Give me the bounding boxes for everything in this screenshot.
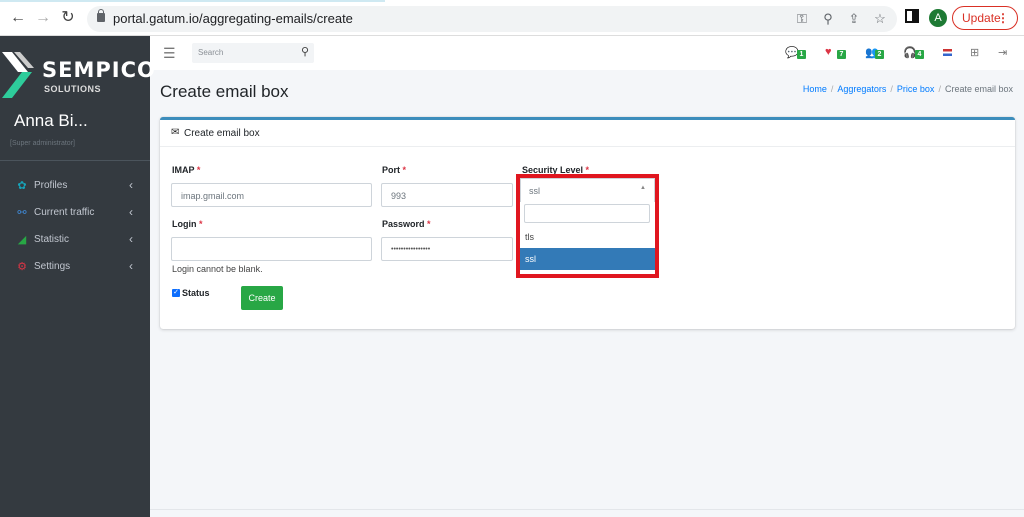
messages-badge: 1 bbox=[797, 50, 806, 59]
address-bar[interactable]: portal.gatum.io/aggregating-emails/creat… bbox=[87, 6, 897, 32]
dropdown-search-input[interactable] bbox=[524, 204, 650, 223]
menu-toggle-icon[interactable]: ☰ bbox=[163, 45, 176, 62]
page-title: Create email box bbox=[160, 82, 289, 101]
sidebar-item-statistic[interactable]: ◢ Statistic ‹ bbox=[0, 228, 150, 252]
breadcrumb-current: Create email box bbox=[944, 84, 1013, 94]
profile-avatar[interactable]: A bbox=[929, 9, 947, 27]
bookmark-star-icon[interactable]: ☆ bbox=[872, 11, 888, 27]
footer-divider bbox=[150, 509, 1024, 510]
brand-sub: SOLUTIONS bbox=[44, 84, 102, 94]
create-button[interactable]: Create bbox=[241, 286, 283, 310]
breadcrumb-price-box[interactable]: Price box bbox=[897, 84, 935, 94]
password-input[interactable]: •••••••••••••••• bbox=[381, 237, 513, 261]
sidebar-item-label: Statistic bbox=[34, 234, 70, 245]
logout-icon[interactable]: ⇥ bbox=[998, 46, 1007, 59]
sidebar-item-label: Profiles bbox=[34, 180, 68, 191]
update-button[interactable]: Update ⋮ bbox=[952, 6, 1018, 30]
login-error: Login cannot be blank. bbox=[172, 264, 263, 274]
chevron-left-icon: ‹ bbox=[129, 205, 133, 219]
login-label: Login * bbox=[172, 219, 203, 229]
password-label: Password * bbox=[382, 219, 431, 229]
update-label: Update bbox=[962, 11, 1001, 25]
security-level-dropdown: tls ssl bbox=[520, 202, 655, 274]
breadcrumb-home[interactable]: Home bbox=[803, 84, 827, 94]
port-input[interactable]: 993 bbox=[381, 183, 513, 207]
user-name[interactable]: Anna Bi... bbox=[14, 111, 88, 131]
logo-chevron-icon bbox=[2, 52, 34, 98]
reload-icon[interactable]: ↻ bbox=[58, 8, 78, 28]
profiles-icon: ✿ bbox=[17, 180, 27, 192]
envelope-open-icon: ✉ bbox=[171, 127, 180, 138]
top-navbar: ☰ Search ⚲ 💬 1 ♥ 7 👥 2 🎧 4 ⊞ ⇥ bbox=[150, 36, 1024, 70]
port-label: Port * bbox=[382, 165, 407, 175]
url-text[interactable]: portal.gatum.io/aggregating-emails/creat… bbox=[113, 11, 353, 26]
security-level-select[interactable]: ssl ▲ bbox=[520, 178, 655, 202]
apps-grid-icon[interactable]: ⊞ bbox=[970, 46, 979, 59]
sidebar-divider bbox=[0, 160, 150, 161]
brand-name: SEMPICO bbox=[42, 58, 156, 82]
chevron-left-icon: ‹ bbox=[129, 232, 133, 246]
caret-up-icon: ▲ bbox=[640, 185, 646, 191]
alerts-icon[interactable]: ♥ bbox=[825, 46, 832, 58]
status-checkbox[interactable]: ✓ bbox=[172, 289, 180, 297]
imap-label: IMAP * bbox=[172, 165, 201, 175]
forward-icon[interactable]: → bbox=[33, 8, 53, 28]
status-label: Status bbox=[182, 288, 210, 298]
imap-input[interactable]: imap.gmail.com bbox=[171, 183, 372, 207]
traffic-icon: ⚯ bbox=[17, 207, 27, 219]
search-placeholder: Search bbox=[198, 48, 224, 57]
brand-logo[interactable]: SEMPICO SOLUTIONS bbox=[2, 50, 155, 100]
breadcrumb-aggregators[interactable]: Aggregators bbox=[837, 84, 886, 94]
more-menu-icon: ⋮ bbox=[997, 11, 1009, 25]
sidebar-item-profiles[interactable]: ✿ Profiles ‹ bbox=[0, 174, 150, 198]
sidebar-item-current-traffic[interactable]: ⚯ Current traffic ‹ bbox=[0, 201, 150, 225]
language-flag-icon[interactable] bbox=[943, 49, 952, 56]
breadcrumb: Home / Aggregators / Price box / Create email … bbox=[802, 84, 1013, 94]
sidebar-item-label: Settings bbox=[34, 261, 71, 272]
card-header: ✉ Create email box bbox=[160, 120, 1015, 147]
sidebar: SEMPICO SOLUTIONS Anna Bi... [Super admi… bbox=[0, 36, 155, 517]
users-badge: 2 bbox=[875, 50, 884, 59]
alerts-badge: 7 bbox=[837, 50, 846, 59]
option-tls[interactable]: tls bbox=[520, 226, 655, 248]
statistic-icon: ◢ bbox=[17, 234, 27, 246]
lock-icon bbox=[97, 9, 105, 22]
tab-strip-edge bbox=[0, 0, 385, 2]
card-title: Create email box bbox=[184, 128, 260, 139]
back-icon[interactable]: ← bbox=[8, 8, 28, 28]
support-badge: 4 bbox=[915, 50, 924, 59]
settings-icon: ⚙ bbox=[17, 261, 27, 273]
side-panel-icon[interactable] bbox=[905, 9, 919, 23]
key-icon[interactable]: ⚿ bbox=[794, 11, 810, 27]
share-icon[interactable]: ⇪ bbox=[846, 11, 862, 27]
chevron-left-icon: ‹ bbox=[129, 178, 133, 192]
selected-value: ssl bbox=[529, 186, 540, 196]
option-ssl[interactable]: ssl bbox=[520, 248, 655, 270]
search-icon[interactable]: ⚲ bbox=[301, 45, 309, 58]
browser-toolbar: ← → ↻ portal.gatum.io/aggregating-emails… bbox=[0, 0, 1024, 36]
chevron-left-icon: ‹ bbox=[129, 259, 133, 273]
sidebar-item-settings[interactable]: ⚙ Settings ‹ bbox=[0, 255, 150, 279]
login-input[interactable] bbox=[171, 237, 372, 261]
sidebar-item-label: Current traffic bbox=[34, 207, 95, 218]
user-role: [Super administrator] bbox=[10, 140, 75, 147]
search-input[interactable]: Search ⚲ bbox=[192, 43, 314, 63]
zoom-icon[interactable]: ⚲ bbox=[820, 11, 836, 27]
